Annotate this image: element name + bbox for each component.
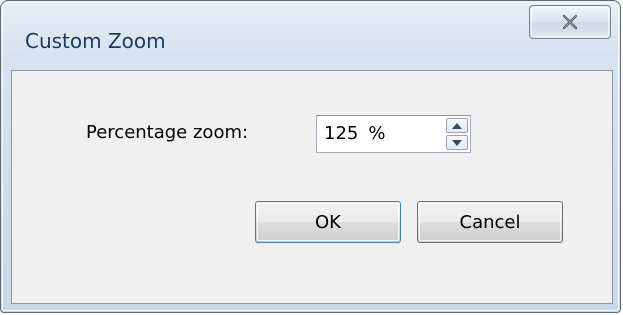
arrow-up-icon xyxy=(452,123,462,129)
percentage-zoom-label: Percentage zoom: xyxy=(86,122,249,143)
dialog-title: Custom Zoom xyxy=(25,29,166,53)
zoom-unit: % xyxy=(368,123,386,144)
custom-zoom-dialog: Custom Zoom Percentage zoom: 125% OK Can… xyxy=(0,0,621,313)
spin-down-button[interactable] xyxy=(446,135,468,150)
arrow-down-icon xyxy=(452,140,462,146)
spin-buttons xyxy=(446,118,468,150)
spin-up-button[interactable] xyxy=(446,118,468,133)
zoom-value: 125 xyxy=(324,123,359,144)
ok-button[interactable]: OK xyxy=(255,201,401,243)
zoom-value-field[interactable]: 125% xyxy=(324,123,385,144)
close-button[interactable] xyxy=(529,5,611,39)
dialog-body: Percentage zoom: 125% OK Cancel xyxy=(11,70,613,304)
cancel-button[interactable]: Cancel xyxy=(417,201,563,243)
close-icon xyxy=(562,14,578,30)
percentage-zoom-stepper[interactable]: 125% xyxy=(316,115,471,153)
